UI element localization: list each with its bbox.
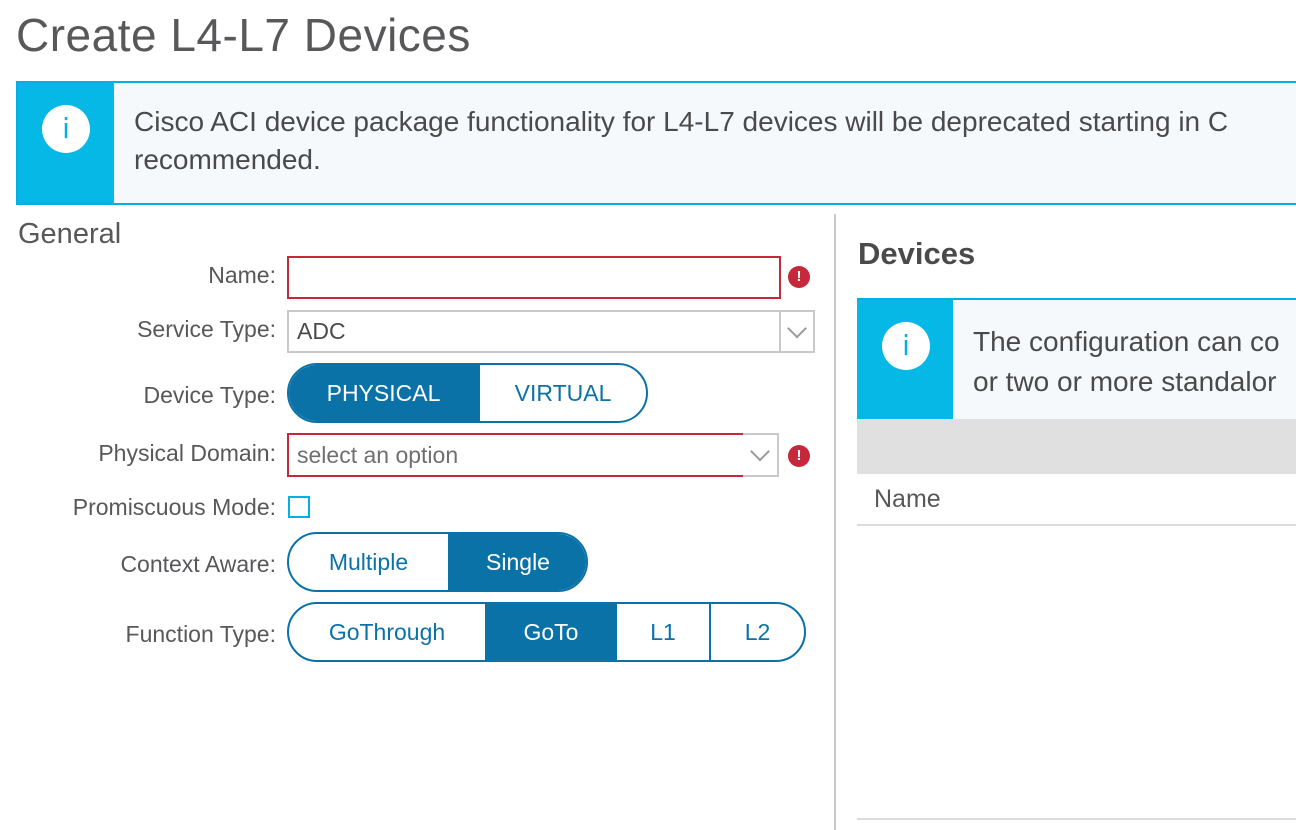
page-title: Create L4-L7 Devices xyxy=(16,9,471,61)
function-type-l2[interactable]: L2 xyxy=(709,604,804,660)
service-type-select[interactable]: ADC xyxy=(287,310,781,353)
devices-heading: Devices xyxy=(858,236,976,271)
device-type-label: Device Type: xyxy=(143,382,276,408)
devices-banner-text: The configuration can co or two or more … xyxy=(973,322,1280,402)
devices-info-banner: i The configuration can co or two or mor… xyxy=(857,298,1296,419)
error-icon: ! xyxy=(788,445,810,467)
chevron-down-icon xyxy=(750,441,770,462)
promiscuous-mode-label: Promiscuous Mode: xyxy=(72,494,276,520)
function-type-gothrough[interactable]: GoThrough xyxy=(289,604,485,660)
info-icon: i xyxy=(42,105,90,153)
device-type-physical[interactable]: PHYSICAL xyxy=(289,365,478,421)
banner-line-2: recommended. xyxy=(134,144,321,175)
panel-divider xyxy=(834,214,836,830)
context-aware-single[interactable]: Single xyxy=(448,534,586,590)
info-icon: i xyxy=(882,322,930,370)
table-header-divider xyxy=(857,524,1296,526)
devices-column-name[interactable]: Name xyxy=(874,485,941,514)
banner-text: Cisco ACI device package functionality f… xyxy=(134,103,1228,179)
service-type-dropdown-button[interactable] xyxy=(779,310,815,353)
name-input[interactable] xyxy=(287,256,781,299)
context-aware-label: Context Aware: xyxy=(120,551,276,577)
name-label: Name: xyxy=(208,262,276,288)
device-type-toggle: PHYSICAL VIRTUAL xyxy=(287,363,648,423)
physical-domain-dropdown-button[interactable] xyxy=(743,433,779,477)
context-aware-toggle: Multiple Single xyxy=(287,532,588,592)
banner-line-1: Cisco ACI device package functionality f… xyxy=(134,106,1229,137)
physical-domain-label: Physical Domain: xyxy=(98,440,276,466)
chevron-down-icon xyxy=(787,318,807,338)
physical-domain-select[interactable]: select an option xyxy=(287,433,745,477)
function-type-goto[interactable]: GoTo xyxy=(485,604,615,660)
context-aware-multiple[interactable]: Multiple xyxy=(289,534,448,590)
service-type-label: Service Type: xyxy=(137,316,276,342)
function-type-toggle: GoThrough GoTo L1 L2 xyxy=(287,602,806,662)
deprecation-banner: i Cisco ACI device package functionality… xyxy=(16,81,1296,205)
promiscuous-mode-checkbox[interactable] xyxy=(288,496,310,518)
error-icon: ! xyxy=(788,266,810,288)
devices-toolbar xyxy=(857,419,1296,474)
banner-icon-cell: i xyxy=(18,83,114,203)
table-footer-divider xyxy=(857,818,1296,820)
general-heading: General xyxy=(18,218,122,250)
devices-banner-line-1: The configuration can co xyxy=(973,326,1280,357)
device-type-virtual[interactable]: VIRTUAL xyxy=(478,365,646,421)
banner-icon-cell: i xyxy=(857,300,953,419)
physical-domain-placeholder: select an option xyxy=(297,441,459,468)
function-type-l1[interactable]: L1 xyxy=(615,604,709,660)
devices-banner-line-2: or two or more standalor xyxy=(973,366,1277,397)
service-type-value: ADC xyxy=(297,318,346,344)
function-type-label: Function Type: xyxy=(125,621,276,647)
